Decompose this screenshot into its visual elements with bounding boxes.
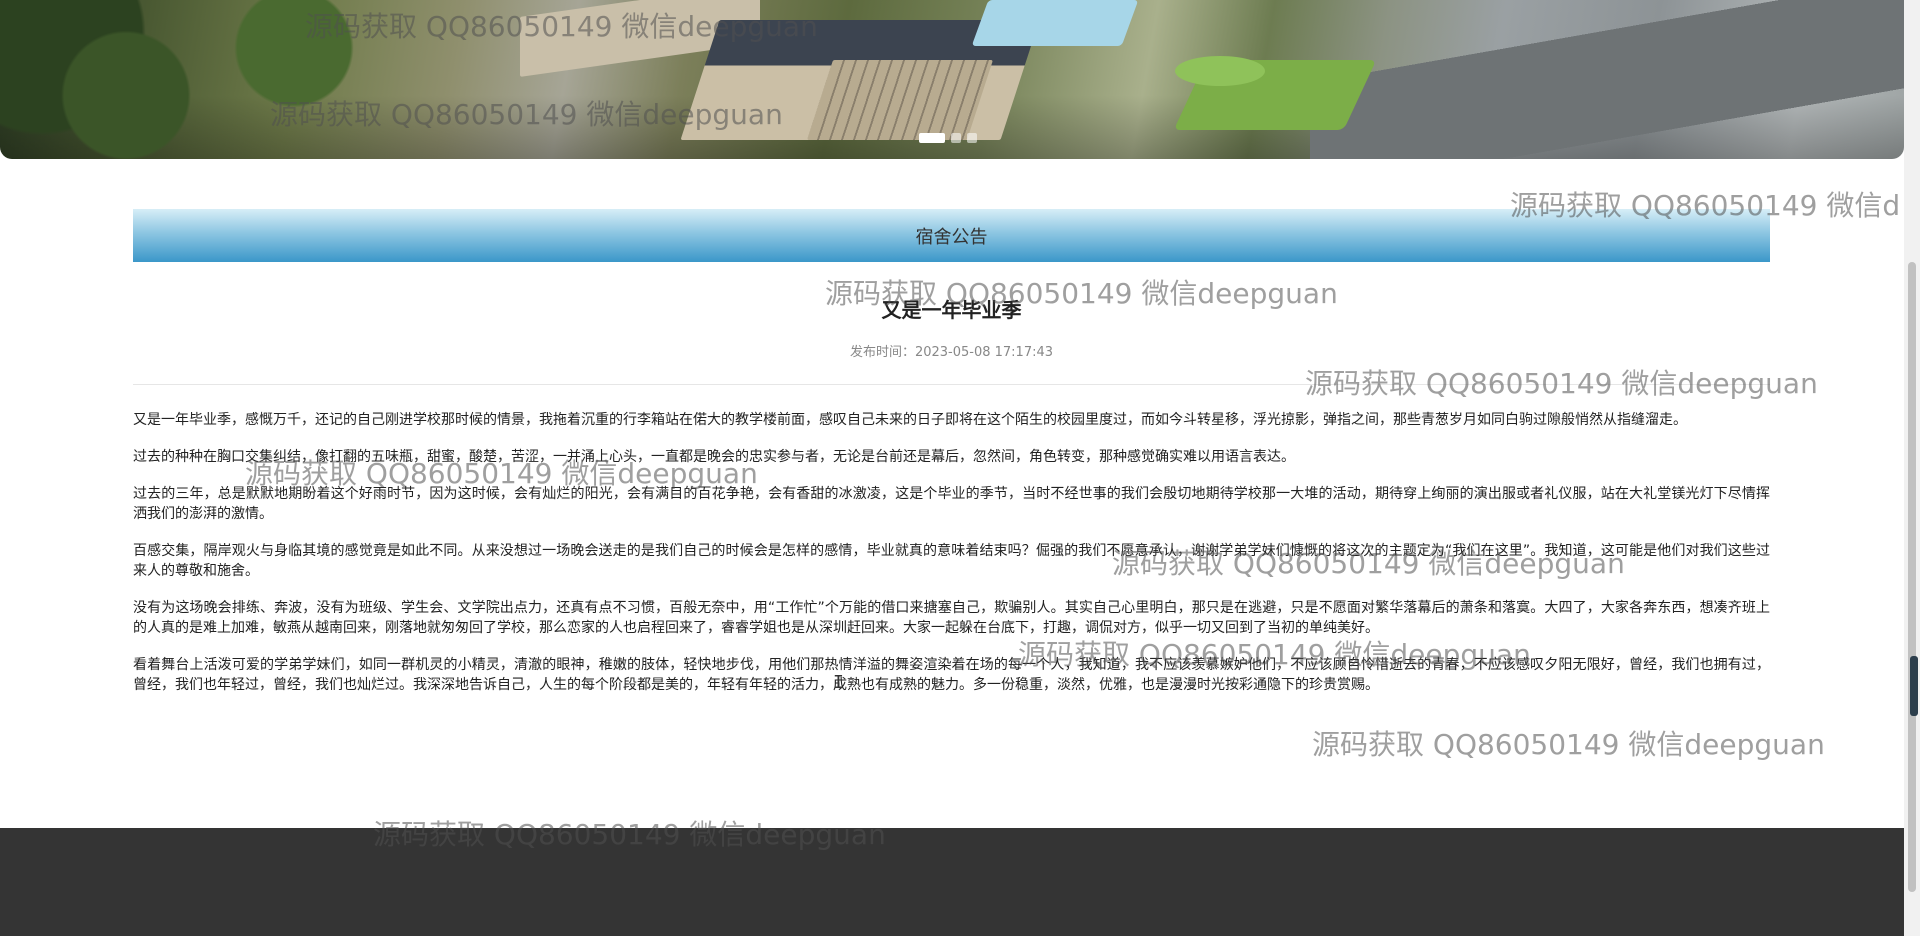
article-body: 又是一年毕业季，感慨万千，还记的自己刚进学校那时候的情景，我拖着沉重的行李箱站在… — [133, 410, 1770, 712]
banner-building — [807, 60, 993, 140]
banner-pool — [971, 0, 1139, 46]
page: 宿舍公告 又是一年毕业季 发布时间：2023-05-08 17:17:43 又是… — [0, 0, 1920, 936]
footer — [0, 828, 1904, 936]
banner-carousel[interactable] — [0, 0, 1904, 159]
notice-section-header[interactable]: 宿舍公告 — [133, 209, 1770, 262]
article-paragraph: 百感交集，隔岸观火与身临其境的感觉竟是如此不同。从来没想过一场晚会送走的是我们自… — [133, 543, 1770, 579]
divider — [133, 384, 1770, 385]
text-cursor: I — [833, 672, 844, 693]
article-title: 又是一年毕业季 — [881, 298, 1022, 322]
scrollbar-thumb[interactable] — [1908, 262, 1916, 892]
article-paragraph: 过去的三年，总是默默地期盼着这个好雨时节，因为这时候，会有灿烂的阳光，会有满目的… — [133, 486, 1770, 522]
notice-section-title: 宿舍公告 — [915, 226, 988, 248]
watermark: 源码获取 QQ86050149 微信deepguan — [1312, 728, 1825, 761]
vertical-scrollbar[interactable] — [1904, 0, 1920, 936]
carousel-dot-1[interactable] — [919, 133, 945, 143]
carousel-indicators — [919, 133, 977, 143]
banner-road — [1310, 0, 1904, 159]
article-paragraph: 没有为这场晚会排练、奔波，没有为班级、学生会、文学院出点力，还真有点不习惯，百般… — [133, 600, 1770, 636]
banner-trees — [0, 0, 420, 159]
scroll-side-tab[interactable] — [1910, 656, 1918, 716]
article-paragraph: 又是一年毕业季，感慨万千，还记的自己刚进学校那时候的情景，我拖着沉重的行李箱站在… — [133, 412, 1687, 428]
banner-lawn — [1175, 56, 1265, 86]
article-paragraph: 看着舞台上活泼可爱的学弟学妹们，如同一群机灵的小精灵，清澈的眼神，稚嫩的肢体，轻… — [133, 657, 1770, 693]
watermark: 源码获取 QQ86050149 微信deepguan — [1305, 367, 1818, 400]
carousel-dot-2[interactable] — [951, 133, 961, 143]
carousel-dot-3[interactable] — [967, 133, 977, 143]
article-paragraph: 过去的种种在胸口交集纠结，像打翻的五味瓶，甜蜜，酸楚，苦涩，一并涌上心头，一直都… — [133, 449, 1295, 465]
article-publish-time: 发布时间：2023-05-08 17:17:43 — [849, 345, 1054, 360]
